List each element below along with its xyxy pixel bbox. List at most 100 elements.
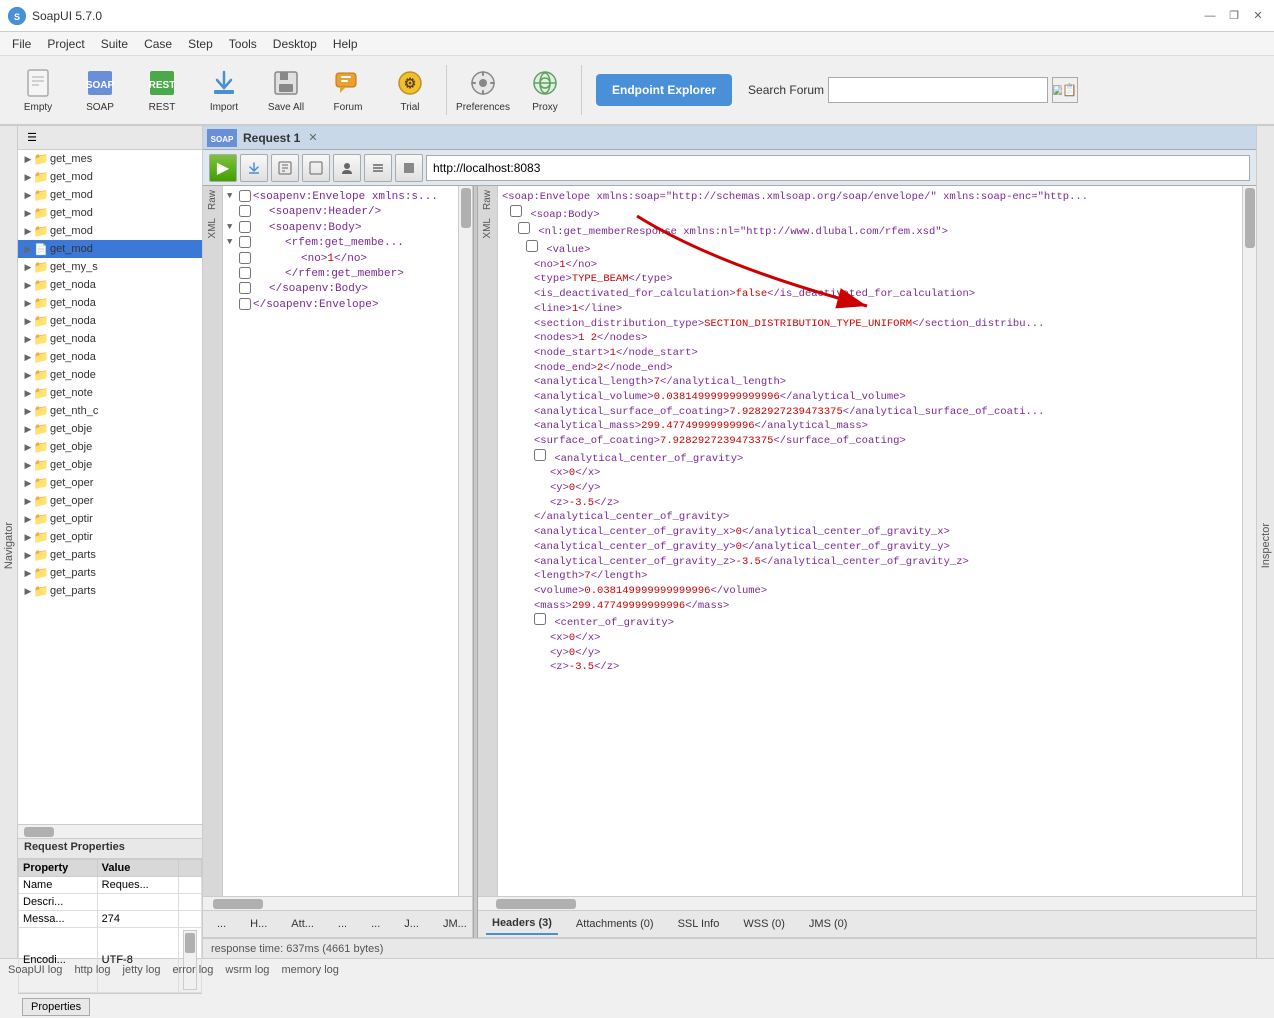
xml-checkbox[interactable] [239, 236, 251, 248]
resp-xml-checkbox[interactable] [534, 449, 546, 461]
expand-icon[interactable]: ▶ [22, 207, 34, 219]
stop-button[interactable] [395, 154, 423, 182]
tree-item[interactable]: ▶ 📁 get_parts [18, 546, 202, 564]
maximize-button[interactable]: ❐ [1226, 8, 1242, 24]
tree-item[interactable]: ▶ 📁 get_oper [18, 492, 202, 510]
prop-value[interactable]: UTF-8 [97, 928, 178, 993]
xml-checkbox[interactable] [239, 221, 251, 233]
expand-icon[interactable]: ▶ [22, 531, 34, 543]
req-tab-jm[interactable]: JM... [437, 914, 472, 934]
tree-item[interactable]: ▶ 📁 get_parts [18, 582, 202, 600]
tree-item[interactable]: ▶ 📁 get_mod [18, 186, 202, 204]
prop-row[interactable]: Messa... 274 [19, 911, 202, 928]
search-button[interactable]: 📋 [1052, 77, 1078, 103]
expand-icon[interactable]: ▶ [22, 423, 34, 435]
raw-label-resp[interactable]: Raw [480, 186, 495, 214]
settings-button[interactable] [302, 154, 330, 182]
expand-icon[interactable]: ▶ [22, 549, 34, 561]
menu-tools[interactable]: Tools [221, 35, 265, 53]
panel-menu-button[interactable]: ☰ [22, 128, 42, 148]
expand-icon[interactable]: ▶ [22, 387, 34, 399]
endpoint-explorer-button[interactable]: Endpoint Explorer [596, 74, 732, 106]
collapse-icon[interactable]: ▼ [227, 190, 239, 203]
request-hscroll[interactable] [203, 896, 472, 910]
response-hscroll[interactable] [478, 896, 1256, 910]
expand-icon[interactable]: ▶ [22, 189, 34, 201]
expand-icon[interactable]: ▶ [22, 279, 34, 291]
expand-icon[interactable]: ▶ [22, 495, 34, 507]
log-jetty[interactable]: jetty log [123, 964, 161, 976]
tree-item[interactable]: ▶ 📁 get_optir [18, 528, 202, 546]
resp-xml-checkbox[interactable] [534, 613, 546, 625]
expand-icon[interactable]: ▶ [22, 513, 34, 525]
prop-row[interactable]: Encodi... UTF-8 [19, 928, 202, 993]
tree-item[interactable]: ▶ 📁 get_mod [18, 222, 202, 240]
expand-icon[interactable]: ▶ [22, 225, 34, 237]
req-tab-j[interactable]: J... [398, 914, 425, 934]
xml-checkbox[interactable] [239, 190, 251, 202]
tree-horiz-scrollbar[interactable] [18, 824, 202, 838]
log-memory[interactable]: memory log [281, 964, 338, 976]
raw-label[interactable]: Raw [205, 186, 220, 214]
menu-case[interactable]: Case [136, 35, 180, 53]
proxy-button[interactable]: Proxy [515, 60, 575, 120]
log-wsrm[interactable]: wsrm log [225, 964, 269, 976]
prop-row[interactable]: Name Reques... [19, 877, 202, 894]
resp-tab-ssl[interactable]: SSL Info [672, 914, 726, 934]
prop-row[interactable]: Descri... [19, 894, 202, 911]
resp-tab-wss[interactable]: WSS (0) [737, 914, 791, 934]
req-tab-d1[interactable]: ... [332, 914, 353, 934]
scroll-control[interactable] [183, 930, 197, 990]
response-xml-content[interactable]: <soap:Envelope xmlns:soap="http://schema… [498, 186, 1242, 896]
expand-icon[interactable]: ▶ [22, 369, 34, 381]
tree-item[interactable]: ▶ 📁 get_my_s [18, 258, 202, 276]
xml-checkbox[interactable] [239, 298, 251, 310]
forum-button[interactable]: Forum [318, 60, 378, 120]
expand-icon[interactable]: ▶ [22, 567, 34, 579]
tree-item[interactable]: ▶ 📁 get_optir [18, 510, 202, 528]
tree-item[interactable]: ▶ 📁 get_noda [18, 276, 202, 294]
response-vscroll[interactable] [1242, 186, 1256, 896]
tree-item[interactable]: ▶ 📁 get_node [18, 366, 202, 384]
xml-label[interactable]: XML [205, 214, 220, 243]
navigator-label[interactable]: Navigator [1, 518, 17, 573]
menu-project[interactable]: Project [39, 35, 92, 53]
tree-item[interactable]: ▶ 📁 get_noda [18, 294, 202, 312]
log-soapui[interactable]: SoapUI log [8, 964, 62, 976]
rest-button[interactable]: REST REST [132, 60, 192, 120]
req-tab-h[interactable]: H... [244, 914, 273, 934]
close-tab-button[interactable]: ✕ [308, 131, 317, 144]
xml-label-resp[interactable]: XML [480, 214, 495, 243]
resp-tab-att[interactable]: Attachments (0) [570, 914, 660, 934]
preferences-button[interactable]: Preferences [453, 60, 513, 120]
close-button[interactable]: ✕ [1250, 8, 1266, 24]
tree-item[interactable]: ▶ 📁 get_note [18, 384, 202, 402]
search-input[interactable] [828, 77, 1048, 103]
user-button[interactable] [333, 154, 361, 182]
expand-icon[interactable]: ▶ [22, 243, 34, 255]
xml-checkbox[interactable] [239, 282, 251, 294]
expand-icon[interactable]: ▶ [22, 477, 34, 489]
tree-item[interactable]: ▶ 📁 get_mod [18, 168, 202, 186]
tree-item[interactable]: ▶ 📁 get_obje [18, 420, 202, 438]
resp-xml-checkbox[interactable] [518, 222, 530, 234]
tree-item-selected[interactable]: ▶ 📄 get_mod [18, 240, 202, 258]
expand-icon[interactable]: ▶ [22, 315, 34, 327]
minimize-button[interactable]: — [1202, 8, 1218, 24]
collapse-icon[interactable]: ▼ [227, 221, 239, 234]
tree-item[interactable]: ▶ 📁 get_noda [18, 348, 202, 366]
xml-checkbox[interactable] [239, 267, 251, 279]
req-tab-att[interactable]: Att... [285, 914, 320, 934]
prop-value[interactable]: Reques... [97, 877, 178, 894]
expand-icon[interactable]: ▶ [22, 459, 34, 471]
menu-help[interactable]: Help [325, 35, 366, 53]
tree-item[interactable]: ▶ 📁 get_nth_c [18, 402, 202, 420]
list-button[interactable] [364, 154, 392, 182]
prop-value[interactable]: 274 [97, 911, 178, 928]
tree-item[interactable]: ▶ 📁 get_noda [18, 312, 202, 330]
resp-xml-checkbox[interactable] [526, 240, 538, 252]
menu-desktop[interactable]: Desktop [265, 35, 325, 53]
tree-item[interactable]: ▶ 📁 get_noda [18, 330, 202, 348]
expand-icon[interactable]: ▶ [22, 333, 34, 345]
trial-button[interactable]: ⚙ Trial [380, 60, 440, 120]
